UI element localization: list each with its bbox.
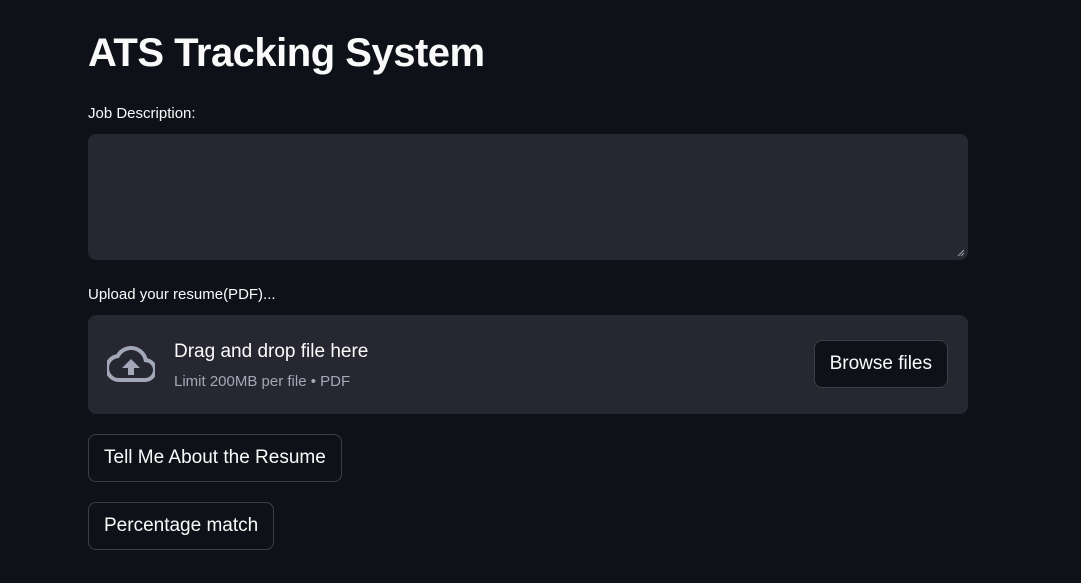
tell-me-about-resume-button[interactable]: Tell Me About the Resume (88, 434, 342, 482)
job-description-label: Job Description: (88, 105, 196, 122)
job-description-field-wrapper (88, 134, 968, 260)
upload-label: Upload your resume(PDF)... (88, 286, 276, 303)
dropzone-instruction: Drag and drop file here (174, 341, 369, 362)
percentage-match-button[interactable]: Percentage match (88, 502, 275, 550)
job-description-textarea[interactable] (88, 134, 968, 260)
page-title: ATS Tracking System (88, 31, 485, 75)
cloud-upload-icon (107, 346, 155, 382)
browse-files-button[interactable]: Browse files (813, 340, 948, 388)
resize-handle-icon[interactable] (956, 248, 965, 257)
dropzone-limit-text: Limit 200MB per file • PDF (174, 373, 351, 390)
file-dropzone[interactable]: Drag and drop file here Limit 200MB per … (88, 315, 968, 414)
